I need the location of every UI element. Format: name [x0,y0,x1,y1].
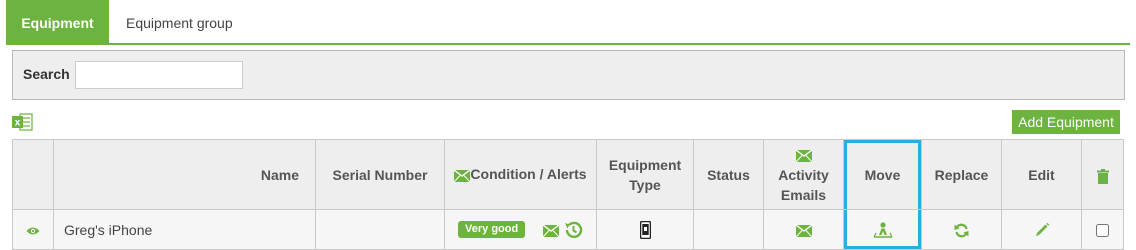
mail-icon[interactable] [454,165,471,185]
add-equipment-button[interactable]: Add Equipment [1012,110,1120,134]
tab-equipment[interactable]: Equipment [6,0,109,43]
name-column-header[interactable]: Name [53,139,316,210]
mail-icon[interactable] [795,145,812,165]
replace-cell[interactable] [921,209,1002,250]
condition-cell: Very good [444,209,597,250]
condition-badge: Very good [458,221,526,238]
replace-column-header[interactable]: Replace [921,139,1002,210]
type-column-header[interactable]: Equipment Type [596,139,694,210]
refresh-icon[interactable] [954,222,969,239]
table-header-row: Name Serial Number Condition / Alerts Eq… [12,139,1124,210]
move-person-icon[interactable] [872,221,893,239]
condition-column-header[interactable]: Condition / Alerts [444,139,597,210]
tab-bar: Equipment Equipment group [6,0,1130,45]
search-label: Search [23,66,70,82]
name-cell: Greg's iPhone [53,209,316,250]
excel-export-icon[interactable]: x [12,113,33,131]
mobile-phone-icon [639,220,651,239]
view-column-header [12,139,54,210]
select-cell[interactable] [1081,209,1124,250]
move-cell[interactable] [843,209,922,250]
edit-column-header[interactable]: Edit [1001,139,1082,210]
edit-cell[interactable] [1001,209,1082,250]
activity-column-header[interactable]: Activity Emails [763,139,844,210]
activity-cell[interactable] [763,209,844,250]
row-select-checkbox[interactable] [1096,224,1109,238]
mail-icon[interactable] [543,222,560,238]
type-cell [596,209,694,250]
mail-icon[interactable] [795,222,812,238]
trash-icon[interactable] [1096,165,1109,185]
serial-cell [315,209,445,250]
search-input[interactable] [75,61,243,89]
history-icon[interactable] [563,220,583,240]
delete-column-header[interactable] [1081,139,1124,210]
eye-icon[interactable] [26,222,40,238]
search-panel: Search [12,50,1125,100]
view-cell[interactable] [12,209,54,250]
equipment-table: Name Serial Number Condition / Alerts Eq… [12,139,1124,250]
move-column-header[interactable]: Move [843,139,922,210]
tab-equipment-group[interactable]: Equipment group [112,0,247,43]
serial-column-header[interactable]: Serial Number [315,139,445,210]
status-cell [693,209,764,250]
table-row[interactable]: Greg's iPhone Very good [12,209,1124,250]
pencil-icon[interactable] [1034,221,1050,238]
svg-text:x: x [15,118,21,129]
status-column-header[interactable]: Status [693,139,764,210]
